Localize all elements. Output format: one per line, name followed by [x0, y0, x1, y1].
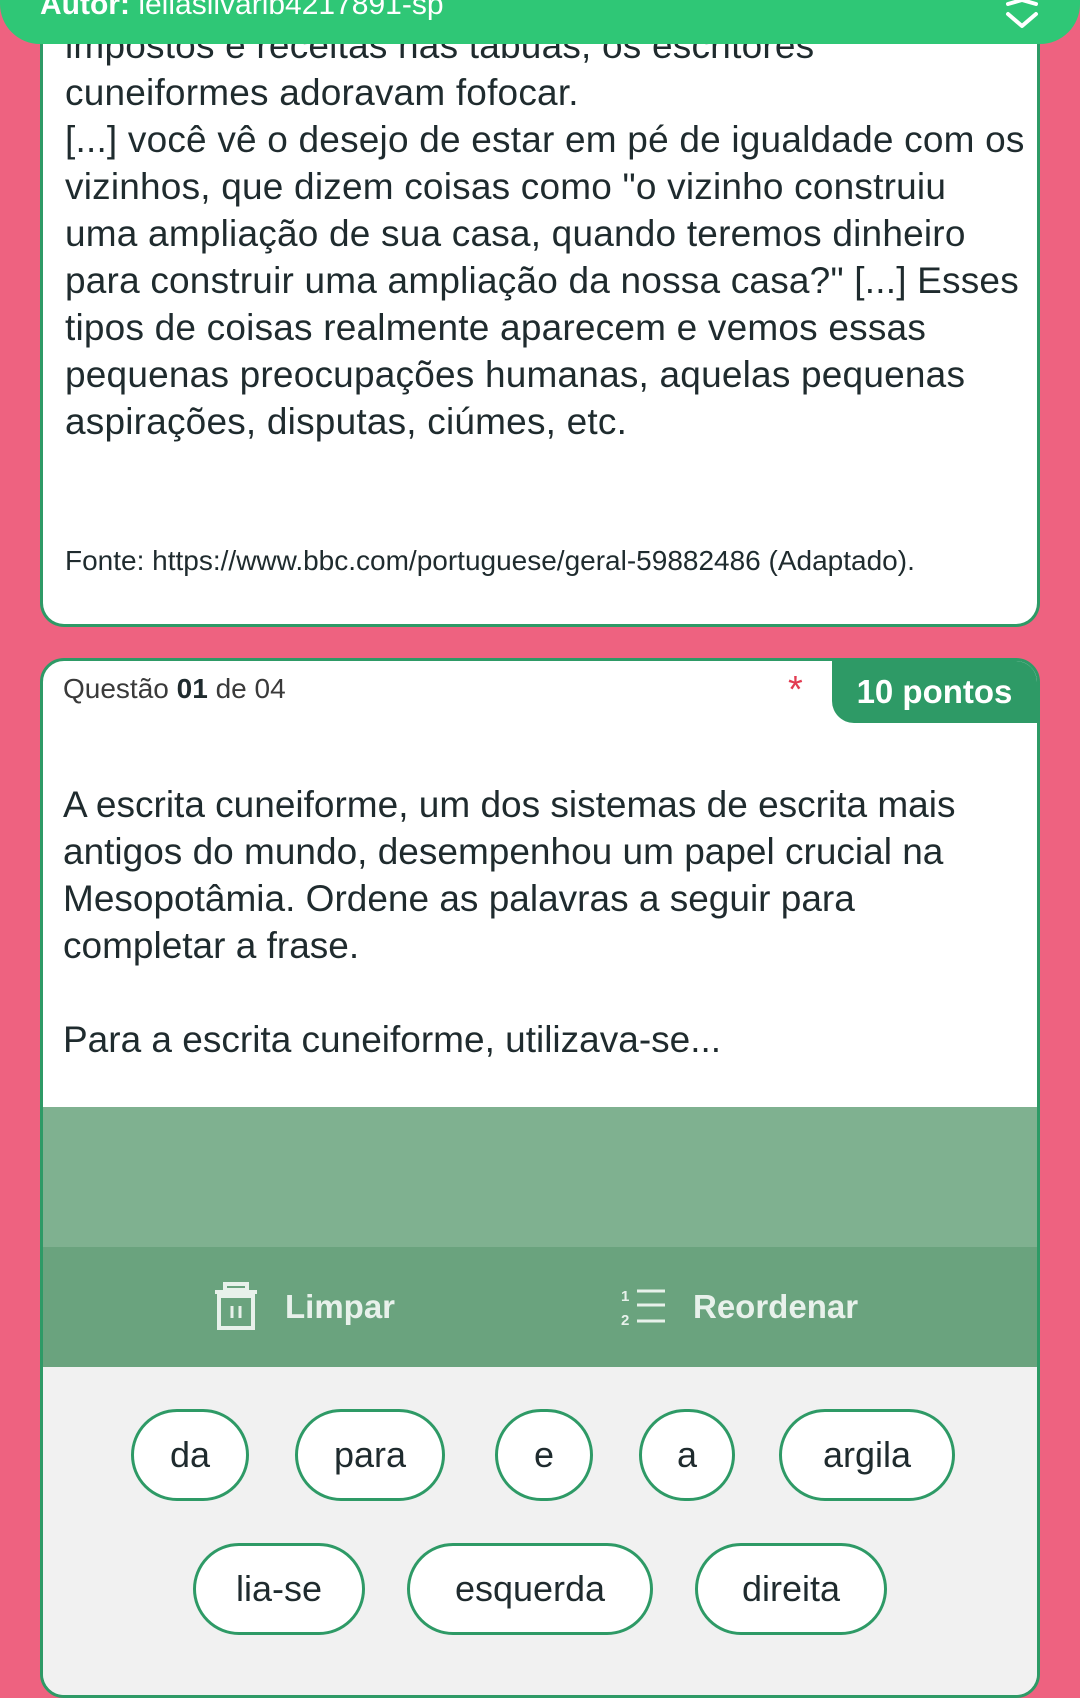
author-info: Autor: leliasilvarib4217891-sp: [40, 0, 444, 22]
reorder-label: Reordenar: [693, 1288, 859, 1325]
question-total: de 04: [215, 673, 286, 704]
author-name: leliasilvarib4217891-sp: [138, 0, 444, 21]
word-chip-para[interactable]: para: [295, 1409, 445, 1501]
support-text-card: impostos e receitas nas tábuas, os escri…: [40, 0, 1040, 627]
word-chip-direita[interactable]: direita: [695, 1543, 887, 1635]
word-chip-esquerda[interactable]: esquerda: [407, 1543, 653, 1635]
ordered-list-icon-number: 2: [621, 1312, 629, 1329]
support-text: impostos e receitas nas tábuas, os escri…: [65, 22, 1025, 445]
answer-drop-zone[interactable]: [43, 1107, 1037, 1247]
collapse-toggle-icon[interactable]: [1000, 0, 1044, 34]
word-chip-lia-se[interactable]: lia-se: [193, 1543, 365, 1635]
question-statement: A escrita cuneiforme, um dos sistemas de…: [63, 784, 956, 966]
sentence-prompt: Para a escrita cuneiforme, utilizava-se.…: [63, 1019, 722, 1060]
word-bank: da para e a argila lia-se esquerda direi…: [43, 1367, 1037, 1695]
word-chip-a[interactable]: a: [639, 1409, 735, 1501]
points-badge: 10 pontos: [832, 661, 1037, 723]
clear-button[interactable]: Limpar: [213, 1247, 395, 1367]
word-chip-e[interactable]: e: [495, 1409, 593, 1501]
question-number: Questão 01 de 04: [63, 673, 286, 705]
author-header: Autor: leliasilvarib4217891-sp: [0, 0, 1080, 44]
question-index: 01: [176, 673, 208, 704]
word-chip-argila[interactable]: argila: [779, 1409, 955, 1501]
ordered-list-icon-number: 1: [621, 1288, 629, 1305]
actions-bar: Limpar 1 2 Reordenar: [43, 1247, 1037, 1367]
ordered-list-icon: 1 2: [621, 1288, 665, 1329]
question-card: Questão 01 de 04 * 10 pontos A escrita c…: [40, 658, 1040, 1698]
reorder-button[interactable]: 1 2 Reordenar: [621, 1247, 858, 1367]
trash-icon: [215, 1282, 257, 1330]
required-asterisk-icon: *: [788, 669, 803, 711]
author-label: Autor:: [40, 0, 130, 21]
clear-label: Limpar: [285, 1288, 396, 1325]
support-text-paragraph: [...] você vê o desejo de estar em pé de…: [65, 119, 1025, 442]
source-citation: Fonte: https://www.bbc.com/portuguese/ge…: [65, 545, 915, 576]
question-prefix: Questão: [63, 673, 169, 704]
word-chip-da[interactable]: da: [131, 1409, 249, 1501]
